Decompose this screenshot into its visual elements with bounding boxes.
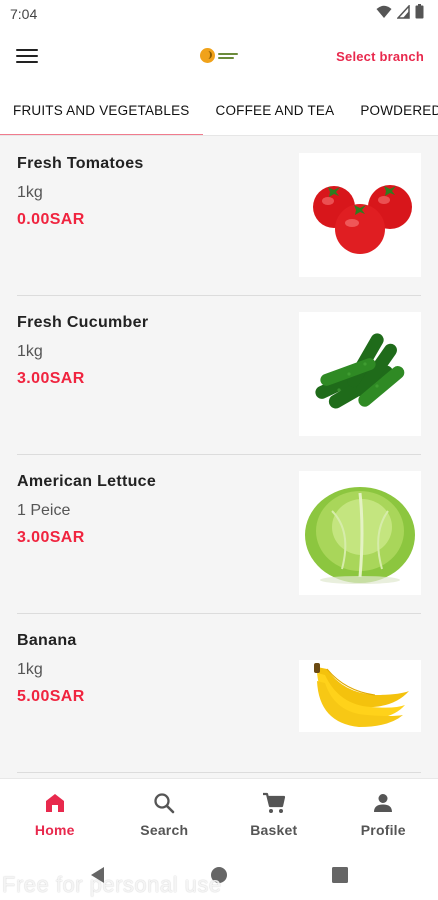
product-price: 3.00SAR — [17, 529, 85, 546]
status-bar: 7:04 — [0, 0, 438, 28]
product-unit: 1kg — [17, 184, 43, 201]
home-icon — [44, 792, 66, 819]
nav-search-label: Search — [140, 821, 189, 838]
back-icon[interactable] — [90, 866, 106, 884]
select-branch-button[interactable]: Select branch — [336, 49, 424, 64]
category-tabs: FRUITS AND VEGETABLES COFFEE AND TEA POW… — [0, 84, 438, 136]
product-name: Fresh Cucumber — [17, 314, 149, 331]
hamburger-menu-icon[interactable] — [16, 47, 38, 65]
product-name: American Lettuce — [17, 473, 157, 490]
system-navigation-bar — [0, 850, 438, 900]
status-icons — [376, 3, 424, 24]
signal-icon — [396, 3, 410, 24]
nav-home[interactable]: Home — [0, 779, 110, 850]
product-unit: 1kg — [17, 343, 43, 360]
wifi-icon — [376, 5, 392, 24]
product-item[interactable]: Fresh Tomatoes 1kg 0.00SAR — [17, 137, 421, 296]
product-unit: 1kg — [17, 661, 43, 678]
home-circle-icon[interactable] — [210, 866, 228, 884]
logo-mark-icon — [200, 48, 215, 63]
cucumbers-image[interactable] — [299, 312, 421, 436]
search-icon — [153, 792, 175, 819]
bottom-navigation: Home Search Basket Profile — [0, 778, 438, 850]
product-name: Fresh Tomatoes — [17, 155, 144, 172]
recents-icon[interactable] — [332, 867, 348, 883]
battery-icon — [415, 4, 424, 24]
product-price: 3.00SAR — [17, 370, 85, 387]
person-icon — [372, 792, 394, 819]
nav-basket[interactable]: Basket — [219, 779, 329, 850]
nav-basket-label: Basket — [250, 821, 298, 838]
app-bar: Select branch — [0, 28, 438, 84]
status-time: 7:04 — [10, 6, 38, 22]
tab-fruits-and-vegetables[interactable]: FRUITS AND VEGETABLES — [0, 84, 203, 135]
nav-profile-label: Profile — [360, 821, 406, 838]
nav-home-label: Home — [34, 821, 75, 838]
product-name: Banana — [17, 632, 77, 649]
product-list: Fresh Tomatoes 1kg 0.00SAR Fresh Cucumbe… — [0, 137, 438, 773]
nav-search[interactable]: Search — [110, 779, 220, 850]
product-price: 5.00SAR — [17, 688, 85, 705]
product-item[interactable]: Banana 1kg 5.00SAR — [17, 614, 421, 773]
banana-image[interactable] — [299, 660, 421, 732]
product-item[interactable]: Fresh Cucumber 1kg 3.00SAR — [17, 296, 421, 455]
store-logo — [200, 48, 238, 63]
lettuce-image[interactable] — [299, 471, 421, 595]
nav-profile[interactable]: Profile — [329, 779, 438, 850]
tomatoes-image[interactable] — [299, 153, 421, 277]
product-price: 0.00SAR — [17, 211, 85, 228]
tab-powdered[interactable]: POWDERED — [347, 84, 438, 135]
tab-coffee-and-tea[interactable]: COFFEE AND TEA — [203, 84, 348, 135]
product-item[interactable]: American Lettuce 1 Peice 3.00SAR — [17, 455, 421, 614]
cart-icon — [262, 792, 286, 819]
product-unit: 1 Peice — [17, 502, 71, 519]
